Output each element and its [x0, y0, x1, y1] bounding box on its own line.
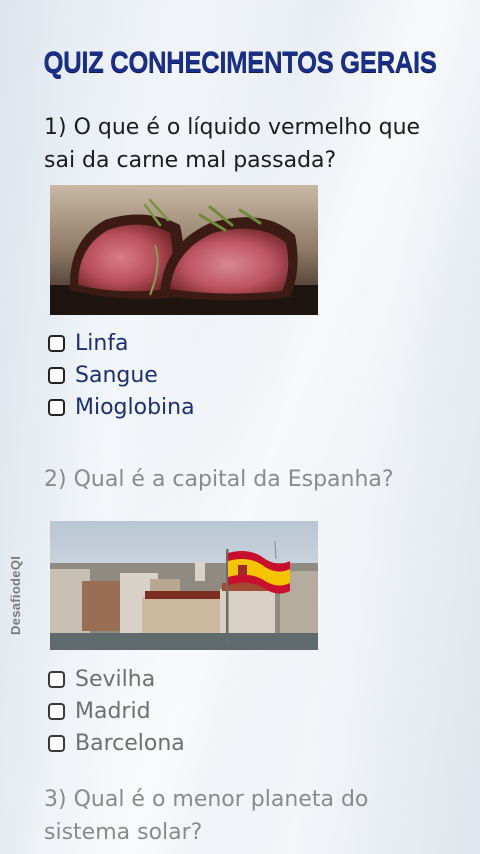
option-linfa[interactable]: Linfa [48, 327, 195, 359]
option-label: Linfa [75, 330, 129, 356]
madrid-image [50, 521, 318, 650]
option-label: Mioglobina [75, 394, 195, 420]
question-3-text: 3) Qual é o menor planeta do sistema sol… [44, 787, 369, 845]
quiz-title: QUIZ CONHECIMENTOS GERAIS [43, 46, 437, 79]
question-2-options: Sevilha Madrid Barcelona [48, 663, 185, 759]
option-label: Madrid [75, 698, 151, 724]
checkbox-icon[interactable] [48, 734, 65, 752]
question-1-options: Linfa Sangue Mioglobina [48, 327, 195, 423]
question-1-text: 1) O que é o líquido vermelho que sai da… [44, 115, 421, 173]
checkbox-icon[interactable] [48, 366, 65, 384]
checkbox-icon[interactable] [48, 702, 65, 720]
option-label: Sangue [75, 362, 158, 388]
watermark: DesafiodeQI [8, 555, 23, 635]
option-mioglobina[interactable]: Mioglobina [48, 391, 195, 423]
option-label: Barcelona [75, 730, 185, 756]
checkbox-icon[interactable] [48, 398, 65, 416]
option-sangue[interactable]: Sangue [48, 359, 195, 391]
steak-image [50, 185, 318, 315]
checkbox-icon[interactable] [48, 334, 65, 352]
option-barcelona[interactable]: Barcelona [48, 727, 185, 759]
checkbox-icon[interactable] [48, 670, 65, 688]
option-label: Sevilha [75, 666, 156, 692]
option-madrid[interactable]: Madrid [48, 695, 185, 727]
option-sevilha[interactable]: Sevilha [48, 663, 185, 695]
question-2-text: 2) Qual é a capital da Espanha? [44, 467, 394, 492]
